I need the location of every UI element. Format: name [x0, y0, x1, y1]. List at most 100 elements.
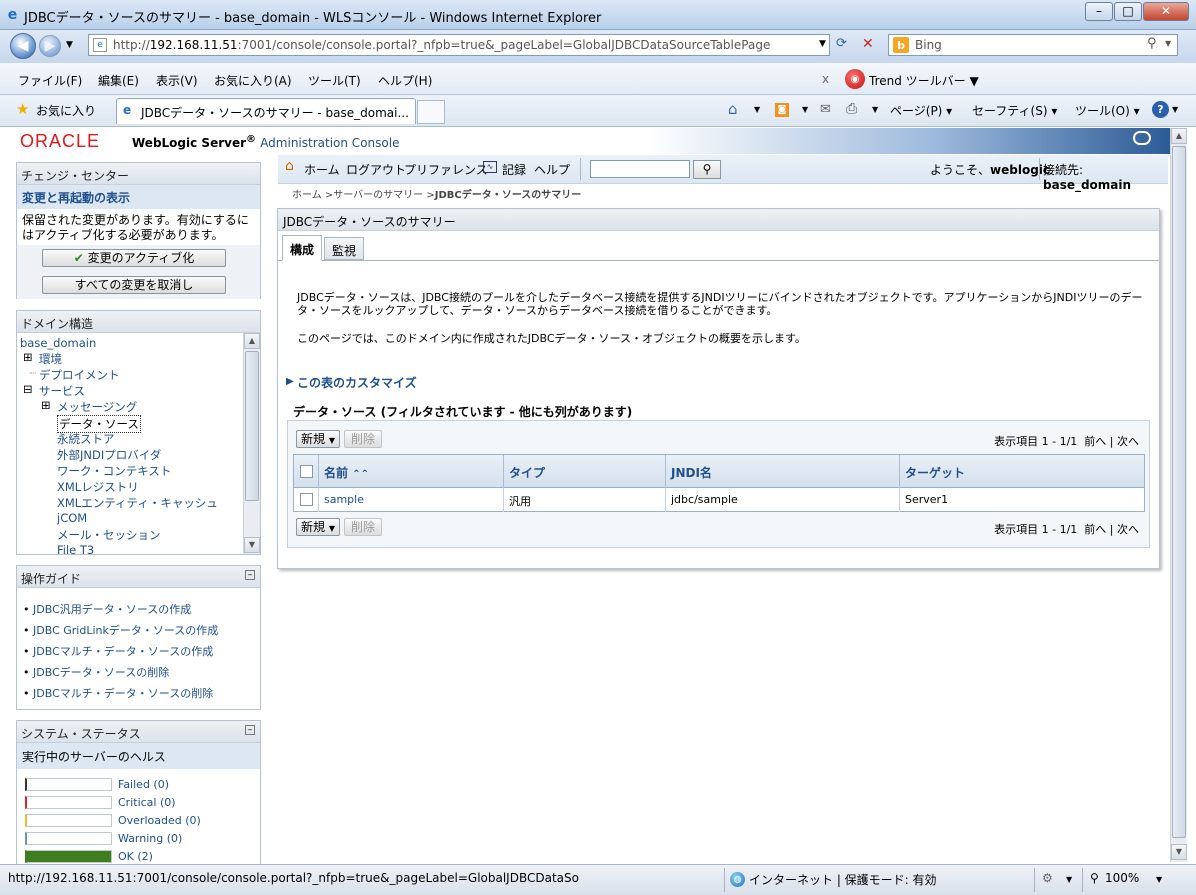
column-type[interactable]: タイプ: [504, 455, 666, 489]
safety-menu[interactable]: セーフティ(S) ▾: [972, 102, 1057, 119]
prev-link[interactable]: 前へ: [1084, 523, 1106, 536]
address-dropdown-icon[interactable]: ▼: [819, 39, 826, 49]
tree-item-jcom[interactable]: jCOM: [57, 511, 87, 525]
health-overloaded[interactable]: Overloaded (0): [118, 814, 201, 827]
tree-item-deployments[interactable]: デプロイメント: [39, 367, 120, 383]
protected-mode-dropdown-icon[interactable]: ▼: [1066, 875, 1072, 884]
tree-item-foreign-jndi[interactable]: 外部JNDIプロバイダ: [57, 447, 161, 463]
breadcrumb-home[interactable]: ホーム: [292, 190, 322, 201]
search-input[interactable]: b Bing ⚲ ▼: [888, 34, 1178, 56]
column-targets[interactable]: ターゲット: [900, 455, 1144, 489]
prev-link[interactable]: 前へ: [1084, 435, 1106, 448]
console-search-button[interactable]: ⚲: [693, 160, 721, 179]
maximize-button[interactable]: □: [1114, 2, 1142, 21]
scroll-up-icon[interactable]: ▲: [244, 333, 260, 349]
print-icon[interactable]: ⎙: [846, 101, 857, 117]
help-dropdown-icon[interactable]: ▼: [1172, 105, 1178, 114]
menu-edit[interactable]: 編集(E): [98, 72, 139, 89]
toolbar-close-icon[interactable]: x: [822, 72, 829, 86]
mail-icon[interactable]: ✉: [820, 102, 831, 117]
tree-item-xml-entity-caches[interactable]: XMLエンティティ・キャッシュ: [57, 495, 218, 511]
tree-item-xml-registries[interactable]: XMLレジストリ: [57, 479, 139, 495]
select-all-checkbox[interactable]: [300, 465, 313, 478]
health-failed[interactable]: Failed (0): [118, 778, 169, 791]
tree-expand-icon[interactable]: ⊞: [41, 398, 51, 412]
row-name-link[interactable]: sample: [319, 488, 504, 512]
menu-file[interactable]: ファイル(F): [18, 72, 82, 89]
close-button[interactable]: ✕: [1143, 2, 1189, 21]
history-dropdown-icon[interactable]: ▼: [66, 40, 73, 50]
tree-item-persistent-stores[interactable]: 永続ストア: [57, 431, 115, 447]
search-icon[interactable]: ⚲: [1147, 36, 1157, 51]
tab-monitoring[interactable]: 監視: [324, 237, 364, 260]
tree-scroll-thumb[interactable]: [245, 351, 259, 501]
menu-tools[interactable]: ツール(T): [308, 72, 361, 89]
tree-item-mail-sessions[interactable]: メール・セッション: [57, 527, 161, 543]
view-changes-link[interactable]: 変更と再起動の表示: [17, 185, 260, 209]
address-input[interactable]: e http://192.168.11.51:7001/console/cons…: [88, 34, 830, 56]
page-scroll-up-icon[interactable]: ▲: [1171, 128, 1187, 144]
print-dropdown-icon[interactable]: ▼: [872, 105, 878, 114]
nav-logout-link[interactable]: ログアウト: [346, 161, 406, 178]
health-ok[interactable]: OK (2): [118, 850, 153, 863]
menu-view[interactable]: 表示(V): [156, 72, 198, 89]
back-icon[interactable]: ◀: [10, 33, 36, 59]
row-checkbox[interactable]: [300, 493, 313, 506]
home-icon[interactable]: ⌂: [728, 100, 738, 118]
tree-root[interactable]: base_domain: [20, 336, 96, 350]
help-icon[interactable]: ?: [1152, 101, 1169, 118]
breadcrumb-servers[interactable]: サーバーのサマリー: [333, 190, 423, 201]
tree-scrollbar[interactable]: ▲ ▼: [243, 333, 260, 554]
rss-icon[interactable]: ◙: [775, 103, 789, 117]
console-search-input[interactable]: [590, 160, 690, 178]
forward-icon[interactable]: ▶: [39, 35, 61, 57]
column-jndi-name[interactable]: JNDI名: [666, 455, 900, 489]
health-critical[interactable]: Critical (0): [118, 796, 176, 809]
browser-tab[interactable]: e JDBCデータ・ソースのサマリー - base_domai...: [116, 98, 416, 124]
tree-item-work-contexts[interactable]: ワーク・コンテキスト: [57, 463, 171, 479]
rss-dropdown-icon[interactable]: ▼: [802, 105, 808, 114]
page-scrollbar[interactable]: ▲ ▼: [1170, 128, 1187, 862]
delete-button[interactable]: 削除: [344, 430, 382, 448]
scroll-down-icon[interactable]: ▼: [244, 537, 260, 553]
nav-home-link[interactable]: ホーム: [304, 161, 340, 178]
expand-icon[interactable]: ▶: [286, 376, 294, 387]
delete-button-bottom[interactable]: 削除: [344, 518, 382, 536]
undo-changes-button[interactable]: すべての変更を取消し: [42, 276, 226, 294]
health-warning[interactable]: Warning (0): [118, 832, 182, 845]
nav-preferences-link[interactable]: プリファレンス: [404, 161, 488, 178]
protected-mode-icon[interactable]: ⚙: [1042, 871, 1053, 885]
favorites-button[interactable]: お気に入り: [36, 102, 96, 119]
refresh-icon[interactable]: ⟳: [836, 36, 847, 51]
zoom-level[interactable]: 100%: [1105, 871, 1139, 885]
minimize-button[interactable]: –: [1085, 2, 1113, 21]
page-scroll-thumb[interactable]: [1172, 146, 1186, 838]
nav-record-link[interactable]: 記録: [502, 161, 526, 178]
tree-item-file-t3[interactable]: File T3: [57, 543, 94, 554]
collapse-icon[interactable]: –: [245, 570, 255, 580]
stop-icon[interactable]: ✕: [862, 36, 874, 52]
next-link[interactable]: 次へ: [1117, 523, 1139, 536]
page-menu[interactable]: ページ(P) ▾: [890, 102, 952, 119]
menu-help[interactable]: ヘルプ(H): [378, 72, 432, 89]
menu-favorites[interactable]: お気に入り(A): [214, 72, 292, 89]
zoom-dropdown-icon[interactable]: ▼: [1156, 875, 1162, 884]
search-dropdown-icon[interactable]: ▼: [1165, 39, 1171, 48]
tools-menu[interactable]: ツール(O) ▾: [1075, 102, 1140, 119]
tree-item-messaging[interactable]: メッセージング: [57, 399, 137, 415]
zoom-icon[interactable]: ⚲: [1090, 871, 1099, 885]
collapse-icon[interactable]: –: [245, 725, 255, 735]
trend-toolbar-button[interactable]: Trend ツールバー ▼: [869, 72, 979, 89]
nav-help-link[interactable]: ヘルプ: [534, 161, 570, 178]
tree-item-services[interactable]: サービス: [39, 383, 85, 399]
tree-expand-icon[interactable]: ⊞: [23, 350, 33, 364]
page-scroll-down-icon[interactable]: ▼: [1171, 844, 1187, 860]
customize-table-link[interactable]: この表のカスタマイズ: [297, 374, 417, 391]
activate-changes-button[interactable]: ✔ 変更のアクティブ化: [42, 249, 226, 267]
tab-configuration[interactable]: 構成: [282, 235, 322, 261]
tree-collapse-icon[interactable]: ⊟: [23, 382, 33, 396]
next-link[interactable]: 次へ: [1117, 435, 1139, 448]
new-tab-button[interactable]: [417, 100, 445, 124]
home-dropdown-icon[interactable]: ▼: [754, 105, 760, 114]
tree-item-environment[interactable]: 環境: [39, 351, 62, 367]
